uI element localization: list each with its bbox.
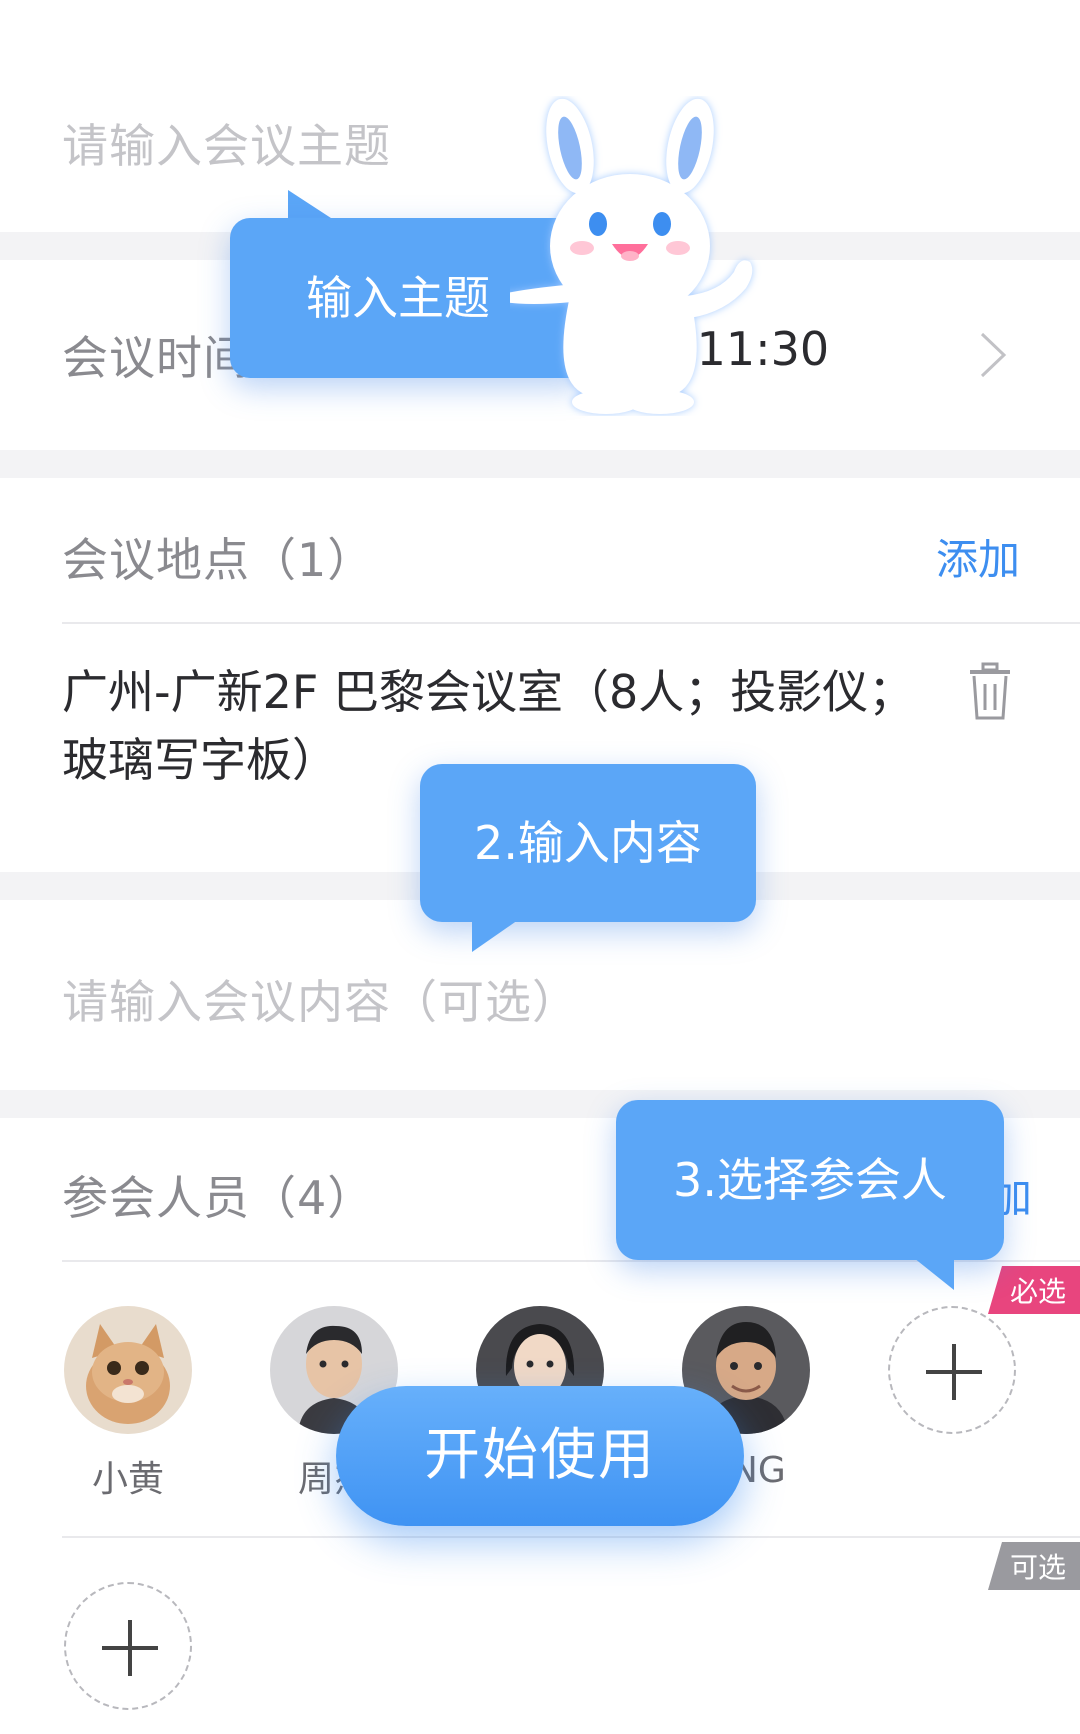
guide-step2-text: 2.输入内容 xyxy=(474,816,702,870)
guide-step1-text: 输入主题 xyxy=(306,271,490,325)
rabbit-mascot-icon xyxy=(510,98,753,414)
bubble-tail xyxy=(914,1258,954,1290)
attendee-name: 小黄 xyxy=(91,1459,164,1500)
trash-icon[interactable] xyxy=(966,662,1014,722)
add-location-button[interactable]: 添加 xyxy=(936,526,1020,587)
chevron-right-icon[interactable] xyxy=(978,330,1008,380)
guide-step3-text: 3.选择参会人 xyxy=(673,1153,947,1207)
plus-icon xyxy=(926,1344,982,1400)
required-tag: 必选 xyxy=(987,1266,1080,1314)
attendees-label: 参会人员（4） xyxy=(62,1171,375,1225)
guide-bubble-content: 2.输入内容 xyxy=(420,764,756,922)
content-input[interactable]: 请输入会议内容（可选） xyxy=(62,966,579,1032)
topic-input[interactable]: 请输入会议主题 xyxy=(62,110,391,176)
guide-bubble-attendees: 3.选择参会人 xyxy=(616,1100,1004,1260)
plus-icon xyxy=(102,1620,158,1676)
avatar-cat[interactable] xyxy=(64,1306,192,1434)
content-section: 请输入会议内容（可选） xyxy=(0,900,1080,1090)
optional-tag: 可选 xyxy=(987,1542,1080,1590)
add-required-attendee-button[interactable] xyxy=(888,1306,1016,1434)
add-optional-attendee-button[interactable] xyxy=(64,1582,192,1710)
time-label: 会议时间 xyxy=(62,331,250,385)
bubble-tail xyxy=(288,190,334,220)
bubble-tail xyxy=(472,920,518,952)
divider xyxy=(62,1536,1080,1538)
start-using-button[interactable]: 开始使用 xyxy=(336,1386,744,1526)
location-label: 会议地点（1） xyxy=(62,533,375,587)
